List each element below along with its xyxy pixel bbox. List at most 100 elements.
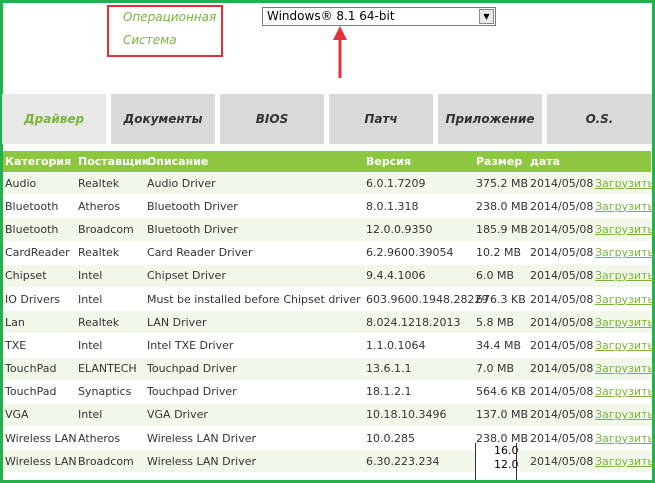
table-row: Lan Realtek LAN Driver 8.024.1218.2013 5.8 M… [3,311,654,335]
cell-vendor: Intel [78,338,103,352]
cell-vendor: Synaptics [78,385,132,399]
cell-version: 8.0.1.318 [366,199,419,213]
cell-date: 2014/05/08 [530,408,594,422]
cell-version: 10.0.285 [366,431,415,445]
os-select-value: Windows® 8.1 64-bit [267,9,395,23]
cell-vendor: Broadcom [78,454,134,468]
cell-date: 2014/05/08 [530,454,594,468]
cell-category: IO Drivers [5,292,60,306]
table-row: TXE Intel Intel TXE Driver 1.1.0.1064 34.4 M… [3,334,654,358]
overlay-line1: 16.0 [494,444,519,457]
cell-date: 2014/05/08 [530,176,594,190]
cell-date: 2014/05/08 [530,269,594,283]
download-link[interactable]: Загрузить [595,334,654,356]
tab-os[interactable]: O.S. [547,94,652,144]
cell-size: 375.2 MB [476,176,529,190]
cell-category: Audio [5,176,37,190]
os-label-line2: Система [123,33,177,47]
cell-vendor: Realtek [78,246,120,260]
cell-date: 2014/05/08 [530,431,594,445]
cell-description: Bluetooth Driver [147,222,238,236]
drivers-table: Категория Поставщик Описание Версия Разм… [3,151,654,474]
download-link[interactable]: Загрузить [595,450,654,472]
cell-size: 6.0 MB [476,269,515,283]
cell-version: 6.30.223.234 [366,454,440,468]
cell-vendor: ELANTECH [78,362,137,376]
table-row: Wireless LAN Broadcom Wireless LAN Driver 6… [3,450,654,474]
cell-category: Lan [5,315,25,329]
download-link[interactable]: Загрузить [595,404,654,426]
cell-size: 10.2 MB [476,246,522,260]
cell-description: LAN Driver [147,315,207,329]
download-link[interactable]: Загрузить [595,427,654,449]
table-row: Bluetooth Broadcom Bluetooth Driver 12.0.0.… [3,218,654,242]
cell-version: 603.9600.1948.28229 [366,292,489,306]
table-row: TouchPad ELANTECH Touchpad Driver 13.6.1.1 7… [3,357,654,381]
cell-date: 2014/05/08 [530,292,594,306]
download-link[interactable]: Загрузить [595,381,654,403]
cell-description: Bluetooth Driver [147,199,238,213]
cell-version: 6.2.9600.39054 [366,246,454,260]
cell-date: 2014/05/08 [530,199,594,213]
header-date: дата [530,155,561,168]
download-link[interactable]: Загрузить [595,358,654,380]
header-description: Описание [147,155,209,168]
overlay-line2: 12.0 [494,458,519,471]
cell-date: 2014/05/08 [530,385,594,399]
cell-version: 13.6.1.1 [366,362,412,376]
header-version: Версия [366,155,412,168]
cell-date: 2014/05/08 [530,362,594,376]
overlay-divider [516,443,517,480]
os-label-line1: Операционная [123,10,217,24]
cell-description: Must be installed before Chipset driver [147,292,361,306]
red-arrow-icon [333,26,347,78]
table-row: VGA Intel VGA Driver 10.18.10.3496 137.0 MB 2… [3,403,654,428]
table-header: Категория Поставщик Описание Версия Разм… [3,151,651,172]
cell-category: TXE [5,338,27,352]
download-link[interactable]: Загрузить [595,218,654,240]
cell-version: 6.0.1.7209 [366,176,426,190]
cell-version: 9.4.4.1006 [366,269,426,283]
cell-vendor: Realtek [78,176,120,190]
table-body: Audio Realtek Audio Driver 6.0.1.7209 375.2 … [3,172,654,474]
cell-size: 238.0 MB [476,199,529,213]
os-select-dropdown[interactable]: Windows® 8.1 64-bit ▼ [262,7,496,26]
table-row: IO Drivers Intel Must be installed before … [3,287,654,312]
cell-date: 2014/05/08 [530,222,594,236]
download-link[interactable]: Загрузить [595,172,654,194]
download-link[interactable]: Загрузить [595,195,654,217]
cell-description: Touchpad Driver [147,362,237,376]
dropdown-arrow-icon[interactable]: ▼ [479,9,494,24]
cell-vendor: Intel [78,408,103,422]
cell-category: TouchPad [5,362,57,376]
tab-application[interactable]: Приложение [438,94,542,144]
table-row: CardReader Realtek Card Reader Driver 6.2.9… [3,241,654,265]
cell-vendor: Atheros [78,199,121,213]
header-category: Категория [5,155,72,168]
tab-patch[interactable]: Патч [329,94,433,144]
tab-driver[interactable]: Драйвер [2,94,106,144]
overlay-fragment: 16.0 12.0 [475,443,520,480]
table-row: Chipset Intel Chipset Driver 9.4.4.1006 6.0 … [3,264,654,288]
cell-category: Chipset [5,269,47,283]
table-row: Bluetooth Atheros Bluetooth Driver 8.0.1.31… [3,195,654,219]
cell-description: Audio Driver [147,176,216,190]
cell-category: Wireless LAN [5,454,77,468]
header-vendor: Поставщик [78,155,150,168]
tab-documents[interactable]: Документы [111,94,215,144]
cell-date: 2014/05/08 [530,338,594,352]
download-link[interactable]: Загрузить [595,242,654,264]
cell-vendor: Intel [78,269,103,283]
download-link[interactable]: Загрузить [595,288,654,310]
cell-vendor: Atheros [78,431,121,445]
download-link[interactable]: Загрузить [595,265,654,287]
download-link[interactable]: Загрузить [595,311,654,333]
tab-bios[interactable]: BIOS [220,94,324,144]
cell-description: Card Reader Driver [147,246,253,260]
header-size: Размер [476,155,523,168]
cell-description: Intel TXE Driver [147,338,234,352]
cell-size: 5.8 MB [476,315,515,329]
cell-category: Bluetooth [5,199,59,213]
cell-category: Bluetooth [5,222,59,236]
tabs-bar: Драйвер Документы BIOS Патч Приложение O… [2,94,652,144]
